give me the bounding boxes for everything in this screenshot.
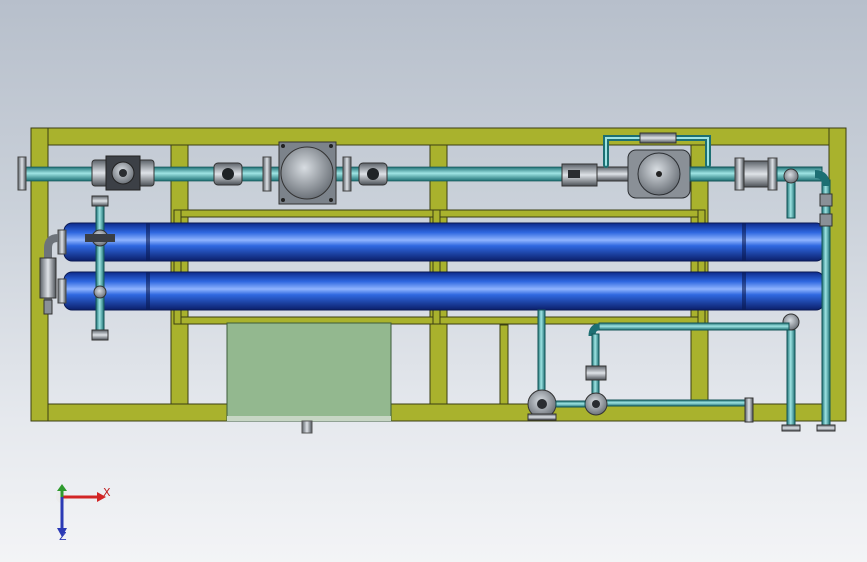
left-manifold[interactable] xyxy=(39,195,115,341)
z-axis-label: Z xyxy=(59,530,67,543)
inline-valve-1[interactable] xyxy=(213,162,243,186)
inline-valve-2[interactable] xyxy=(358,162,388,186)
x-axis-label: X xyxy=(103,486,111,499)
flow-valve-1[interactable] xyxy=(527,389,557,421)
outlet-piping[interactable] xyxy=(527,309,790,423)
regulating-valve[interactable] xyxy=(91,155,155,191)
solenoid-valve[interactable] xyxy=(561,163,598,187)
cad-viewport[interactable]: X Z xyxy=(0,0,867,562)
model-drawing[interactable] xyxy=(0,0,867,562)
bag-filter[interactable] xyxy=(278,141,337,205)
flow-valve-2[interactable] xyxy=(584,392,608,416)
feed-pipeline[interactable] xyxy=(17,141,630,205)
membrane-vessel-1[interactable] xyxy=(57,222,825,262)
membrane-vessel-2[interactable] xyxy=(57,271,825,311)
storage-tank[interactable] xyxy=(226,322,392,434)
